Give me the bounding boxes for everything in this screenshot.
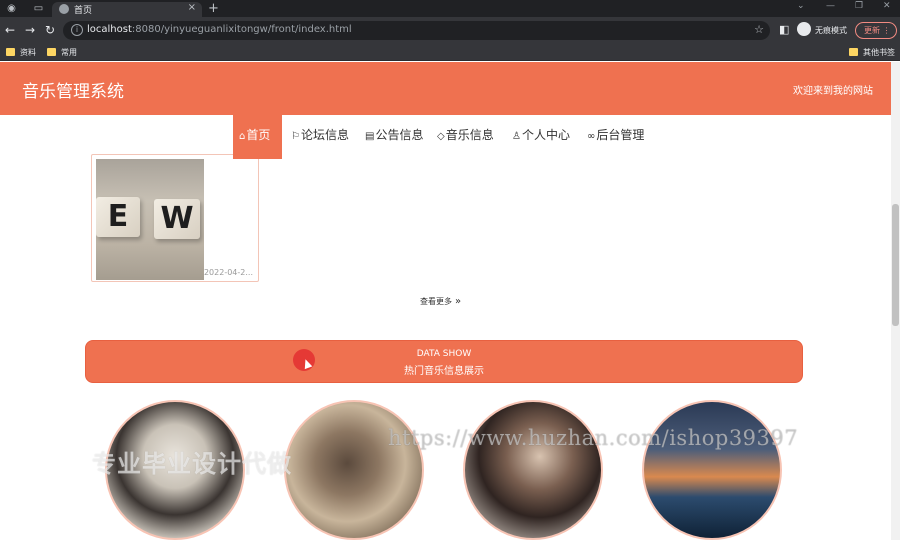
new-tab-icon[interactable]: + xyxy=(208,1,219,16)
update-button[interactable]: 更新 ⋮ xyxy=(855,22,897,39)
data-show-subtitle: 热门音乐信息展示 xyxy=(404,366,484,377)
bookmark-folder-2[interactable]: 常用 xyxy=(47,47,77,58)
view-more-link[interactable]: 查看更多» xyxy=(420,296,461,307)
watermark-text: 专业毕业设计代做 xyxy=(92,450,292,478)
page-scrollbar[interactable] xyxy=(891,62,900,540)
tab-favicon-icon xyxy=(59,4,69,14)
site-title: 音乐管理系统 xyxy=(22,82,124,102)
incognito-label: 无痕模式 xyxy=(815,26,847,35)
nav-music[interactable]: ◇音乐信息 xyxy=(437,115,494,159)
restore-icon[interactable]: ❐ xyxy=(855,1,863,11)
other-bookmarks[interactable]: 其他书签 xyxy=(849,47,895,58)
user-icon: ♙ xyxy=(512,131,521,142)
flag-icon: ⚐ xyxy=(291,131,300,142)
back-icon[interactable]: ← xyxy=(5,23,15,37)
nav-admin[interactable]: ∞后台管理 xyxy=(587,115,644,159)
news-card[interactable]: E W 2022-04-2... xyxy=(91,154,259,282)
folder-icon xyxy=(47,48,56,56)
home-icon: ⌂ xyxy=(239,131,246,142)
folder-icon xyxy=(849,48,858,56)
site-info-icon[interactable]: i xyxy=(71,24,83,36)
bookmarks-bar: 资料 常用 其他书签 xyxy=(0,44,900,61)
tab-search-dropdown-icon[interactable]: ⌄ xyxy=(797,1,805,11)
side-panel-icon[interactable]: ◧ xyxy=(779,23,789,36)
bookmark-folder-1[interactable]: 资料 xyxy=(6,47,36,58)
album-cover-4[interactable] xyxy=(642,400,782,540)
browser-tab-strip: ◉ ▭ 首页 × + ⌄ — ❐ ✕ xyxy=(0,0,900,17)
data-show-banner: DATA SHOW 热门音乐信息展示 xyxy=(85,340,803,383)
double-chevron-right-icon: » xyxy=(455,296,462,307)
browser-toolbar: ← → ↻ i localhost:8080/yinyueguanlixiton… xyxy=(0,17,900,44)
tab-search-icon[interactable]: ◉ xyxy=(6,3,17,14)
forward-icon[interactable]: → xyxy=(25,23,35,37)
letter-cube-w: W xyxy=(154,199,200,239)
site-header: 音乐管理系统 欢迎来到我的网站 xyxy=(0,62,891,115)
notice-icon: ▤ xyxy=(365,131,375,142)
watermark-url: https://www.huzhan.com/ishop39397 xyxy=(388,426,799,450)
page-viewport: 音乐管理系统 欢迎来到我的网站 E W 2022-04-2... ⌂首页 ⚐论坛… xyxy=(0,62,900,540)
nav-personal[interactable]: ♙个人中心 xyxy=(512,115,570,159)
bookmark-star-icon[interactable]: ☆ xyxy=(754,23,764,36)
nav-forum[interactable]: ⚐论坛信息 xyxy=(291,115,349,159)
album-cover-2[interactable] xyxy=(284,400,424,540)
album-cover-3[interactable] xyxy=(463,400,603,540)
tag-icon: ◇ xyxy=(437,131,445,142)
letter-cube-e: E xyxy=(96,197,140,237)
tab-title: 首页 xyxy=(74,6,93,16)
url-text[interactable]: localhost:8080/yinyueguanlixitongw/front… xyxy=(87,24,352,35)
close-window-icon[interactable]: ✕ xyxy=(883,1,891,11)
news-image: E W xyxy=(96,159,204,280)
window-icon[interactable]: ▭ xyxy=(33,3,44,14)
nav-home[interactable]: ⌂首页 xyxy=(233,115,282,159)
nav-notice[interactable]: ▤公告信息 xyxy=(365,115,423,159)
reload-icon[interactable]: ↻ xyxy=(45,23,55,37)
data-show-title: DATA SHOW xyxy=(416,349,472,359)
tab-close-icon[interactable]: × xyxy=(188,2,196,13)
address-bar[interactable]: i localhost:8080/yinyueguanlixitongw/fro… xyxy=(63,21,770,40)
welcome-text: 欢迎来到我的网站 xyxy=(793,86,873,97)
link-icon: ∞ xyxy=(587,131,596,142)
incognito-avatar-icon[interactable] xyxy=(797,22,811,36)
scrollbar-thumb[interactable] xyxy=(892,204,899,326)
browser-tab-home[interactable]: 首页 × xyxy=(52,2,202,17)
news-date: 2022-04-2... xyxy=(203,268,253,277)
minimize-icon[interactable]: — xyxy=(826,1,835,11)
folder-icon xyxy=(6,48,15,56)
